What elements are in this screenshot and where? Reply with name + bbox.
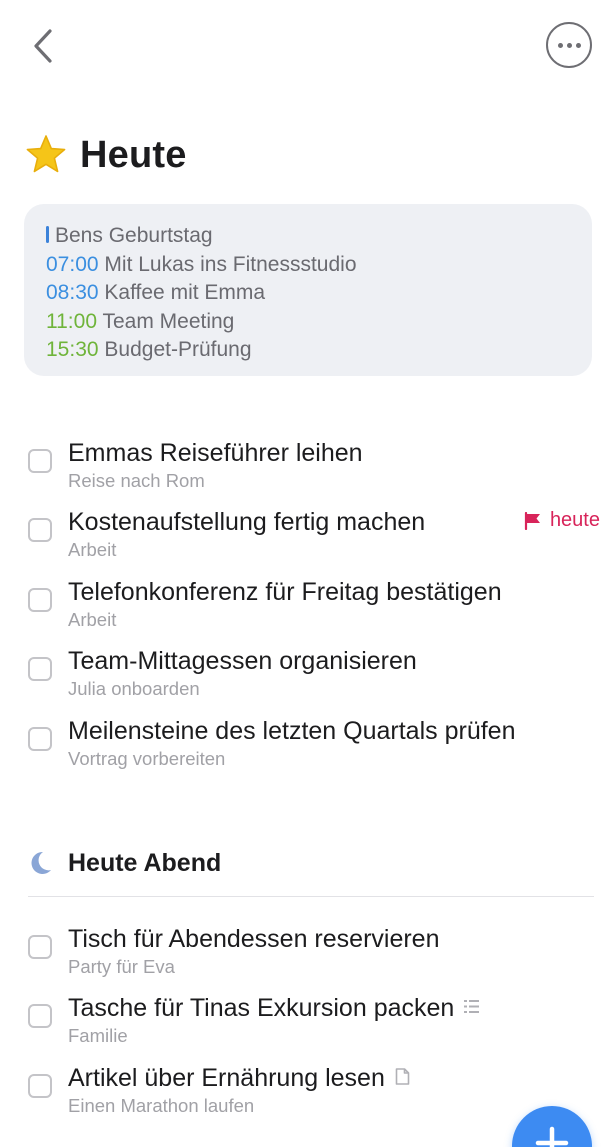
task-checkbox[interactable]	[28, 727, 52, 751]
deadline-text: heute	[549, 509, 600, 531]
task-item[interactable]: Artikel über Ernährung lesen Einen Marat…	[28, 1062, 598, 1128]
task-title-row: Tasche für Tinas Exkursion packen	[68, 992, 480, 1024]
allday-marker	[46, 226, 49, 243]
event-time: 08:30	[46, 281, 99, 304]
calendar-allday-event[interactable]: Bens Geburtstag	[46, 222, 570, 251]
calendar-event[interactable]: 11:00 Team Meeting	[46, 308, 570, 337]
note-icon	[395, 1068, 410, 1085]
task-item[interactable]: Meilensteine des letzten Quartals prüfen…	[28, 715, 598, 781]
task-item[interactable]: Tisch für Abendessen reservieren Party f…	[28, 923, 598, 989]
chevron-left-icon	[34, 29, 52, 63]
task-item[interactable]: Tasche für Tinas Exkursion packen Famili…	[28, 992, 598, 1058]
ellipsis-circle-icon	[557, 42, 563, 48]
task-checkbox[interactable]	[28, 588, 52, 612]
more-button[interactable]	[546, 22, 592, 68]
task-title: Telefonkonferenz für Freitag bestätigen	[68, 578, 502, 606]
event-title: Mit Lukas ins Fitnessstudio	[104, 252, 357, 276]
deadline-badge: heute	[524, 509, 600, 532]
moon-icon	[31, 851, 51, 874]
task-title: Artikel über Ernährung lesen	[68, 1064, 385, 1092]
event-time: 11:00	[46, 309, 97, 333]
task-checkbox[interactable]	[28, 449, 52, 473]
task-item[interactable]: Emmas Reiseführer leihen Reise nach Rom	[28, 437, 598, 503]
calendar-event[interactable]: 08:30 Kaffee mit Emma	[46, 279, 570, 308]
task-title: Team-Mittagessen organisieren	[68, 647, 417, 675]
page-title: Heute	[80, 133, 187, 176]
task-project: Party für Eva	[68, 956, 175, 977]
task-checkbox[interactable]	[28, 935, 52, 959]
event-time: 07:00	[46, 252, 99, 276]
task-project: Reise nach Rom	[68, 470, 205, 491]
page-title-row: Heute	[24, 130, 187, 180]
task-title: Tisch für Abendessen reservieren	[68, 925, 440, 953]
task-project: Familie	[68, 1025, 128, 1046]
allday-event-title: Bens Geburtstag	[55, 224, 213, 247]
task-checkbox[interactable]	[28, 518, 52, 542]
task-title: Meilensteine des letzten Quartals prüfen	[68, 717, 516, 745]
task-title: Kostenaufstellung fertig machen	[68, 508, 426, 536]
today-screen: Heute Bens Geburtstag 07:00 Mit Lukas in…	[0, 0, 616, 1147]
flag-icon	[524, 511, 540, 530]
task-title: Emmas Reiseführer leihen	[68, 439, 363, 467]
event-title: Kaffee mit Emma	[104, 281, 266, 304]
calendar-event[interactable]: 07:00 Mit Lukas ins Fitnessstudio	[46, 251, 570, 280]
task-item[interactable]: Team-Mittagessen organisieren Julia onbo…	[28, 645, 598, 711]
event-title: Team Meeting	[102, 309, 235, 333]
task-title: Tasche für Tinas Exkursion packen	[68, 994, 455, 1022]
plus-icon	[535, 1126, 569, 1147]
back-button[interactable]	[28, 28, 58, 64]
task-checkbox[interactable]	[28, 657, 52, 681]
section-header-evening: Heute Abend	[26, 846, 221, 880]
event-time: 15:30	[46, 338, 99, 361]
section-title: Heute Abend	[68, 848, 222, 877]
checklist-icon	[464, 1000, 480, 1013]
task-project: Arbeit	[68, 539, 117, 560]
section-divider	[28, 896, 594, 897]
star-icon	[26, 135, 66, 173]
calendar-event[interactable]: 15:30 Budget-Prüfung	[46, 336, 570, 365]
task-project: Vortrag vorbereiten	[68, 748, 226, 769]
task-project: Julia onboarden	[68, 678, 200, 699]
event-title: Budget-Prüfung	[104, 338, 252, 361]
task-checkbox[interactable]	[28, 1074, 52, 1098]
task-project: Arbeit	[68, 609, 117, 630]
calendar-events-card[interactable]: Bens Geburtstag 07:00 Mit Lukas ins Fitn…	[24, 204, 592, 376]
task-item[interactable]: Telefonkonferenz für Freitag bestätigen …	[28, 576, 598, 642]
task-checkbox[interactable]	[28, 1004, 52, 1028]
task-project: Einen Marathon laufen	[68, 1095, 255, 1116]
task-item[interactable]: Kostenaufstellung fertig machen Arbeit h…	[28, 506, 600, 572]
task-title-row: Artikel über Ernährung lesen	[68, 1062, 410, 1094]
